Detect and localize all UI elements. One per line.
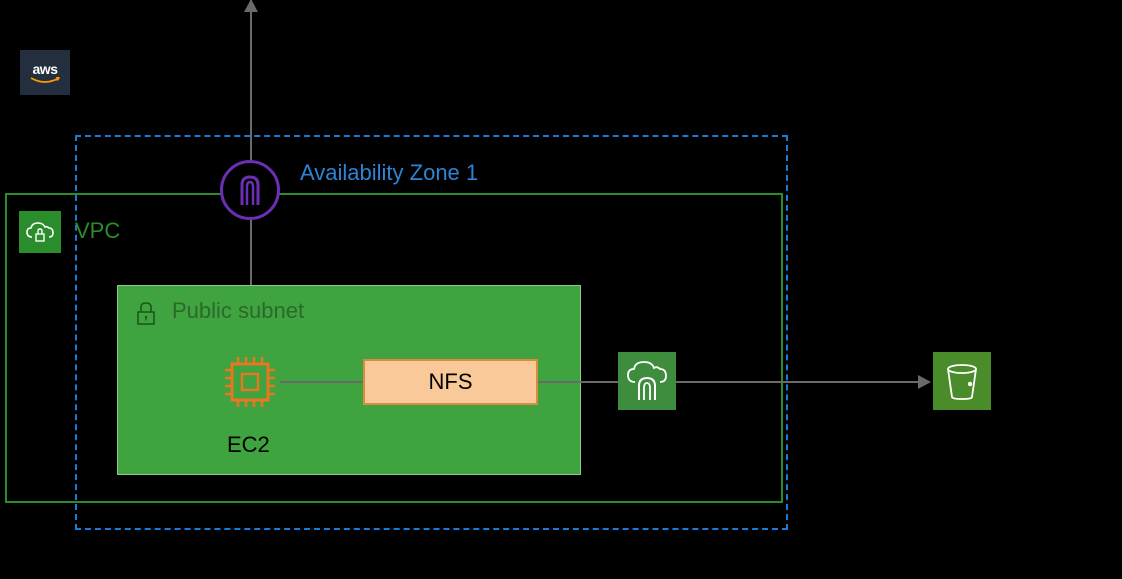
arrow-head-right [918, 375, 931, 389]
ec2-label: EC2 [227, 432, 270, 458]
chip-icon [220, 352, 280, 412]
vpc-icon-box [19, 211, 61, 253]
vpc-label: VPC [75, 218, 120, 244]
subnet-label: Public subnet [172, 298, 304, 324]
arrow-ec2-to-nfs [280, 381, 363, 383]
aws-logo: aws [20, 50, 70, 95]
aws-smile-icon [30, 77, 60, 85]
arrow-nfs-to-endpoint [538, 381, 618, 383]
cloud-lock-icon [25, 220, 55, 244]
subnet-icon-box [128, 295, 164, 331]
nfs-label: NFS [429, 369, 473, 395]
bucket-icon [943, 361, 981, 401]
ec2-instance [220, 352, 280, 412]
vpc-endpoint [618, 352, 676, 410]
nfs-share: NFS [363, 359, 538, 405]
lock-icon [132, 299, 160, 327]
arrow-head-up [244, 0, 258, 12]
internet-gateway [220, 160, 280, 220]
gateway-icon [236, 175, 264, 205]
arrow-endpoint-to-s3 [676, 381, 922, 383]
aws-logo-text: aws [33, 61, 58, 77]
s3-bucket [933, 352, 991, 410]
availability-zone-label: Availability Zone 1 [300, 160, 478, 186]
cloud-gateway-icon [624, 358, 670, 404]
